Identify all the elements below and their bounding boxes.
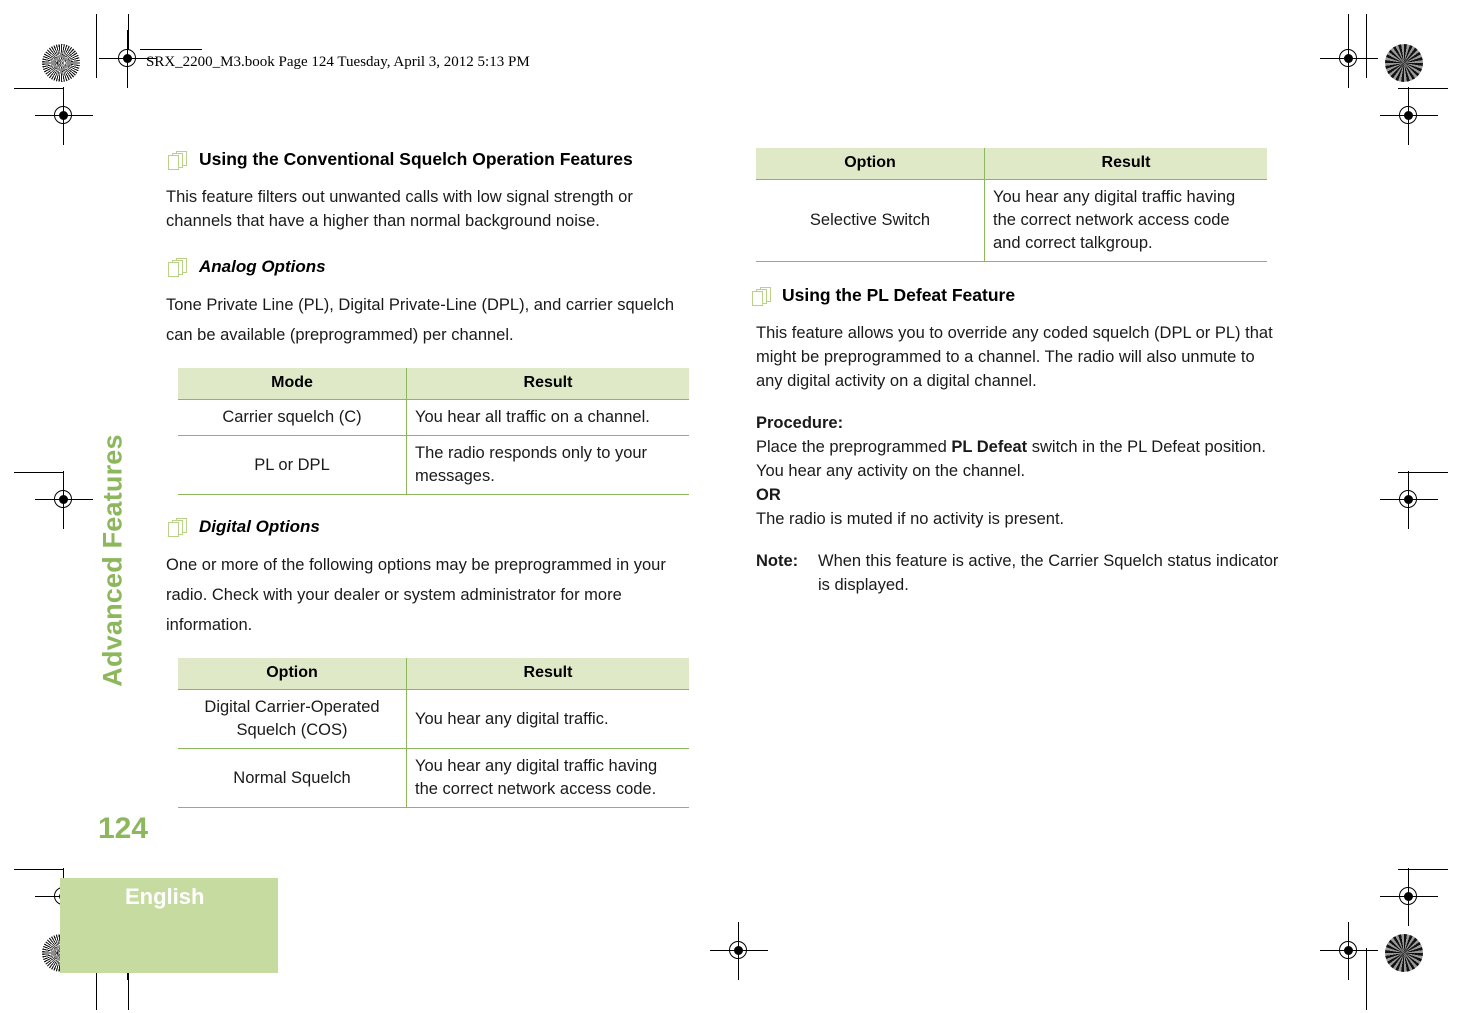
table-header-row: Option Result — [756, 148, 1267, 180]
procedure-switch-name: PL Defeat — [951, 438, 1028, 456]
crop-line-top-left-inner-vertical — [128, 14, 129, 50]
table-cell-result: The radio responds only to your messages… — [406, 435, 689, 495]
note-text: When this feature is active, the Carrier… — [818, 552, 1279, 594]
procedure-label: Procedure: — [756, 411, 1284, 435]
procedure-label-text: Procedure: — [756, 414, 844, 432]
crop-line-left-horizontal-lower — [14, 472, 64, 473]
heading-analog-options: Analog Options — [166, 255, 696, 278]
crop-line-top-right-inner-vertical — [1348, 14, 1349, 50]
table-header-row: Mode Result — [178, 368, 689, 400]
or-label-text: OR — [756, 486, 781, 504]
registration-mark-left-upper — [35, 87, 93, 145]
pages-stack-icon — [168, 518, 190, 538]
registration-mark-bottom-right — [1380, 868, 1438, 926]
table-row: Carrier squelch (C) You hear all traffic… — [178, 399, 689, 436]
table-header-option: Option — [756, 148, 985, 180]
document-page: SRX_2200_M3.book Page 124 Tuesday, April… — [0, 0, 1462, 1013]
paragraph-analog-options: Tone Private Line (PL), Digital Private-… — [166, 296, 675, 344]
table-cell-mode: Carrier squelch (C) — [178, 399, 407, 436]
rosette-mark-top-left — [42, 44, 80, 82]
table-cell-option: Selective Switch — [756, 179, 985, 262]
procedure-text: Place the preprogrammed PL Defeat switch… — [756, 435, 1284, 483]
table-header-mode: Mode — [178, 368, 407, 400]
file-header-rule — [140, 49, 202, 50]
table-cell-result: You hear all traffic on a channel. — [406, 399, 689, 436]
crop-line-left-horizontal-upper — [14, 88, 64, 89]
heading-analog-options-text: Analog Options — [199, 257, 326, 276]
table-row: Normal Squelch You hear any digital traf… — [178, 748, 689, 808]
table-header-result: Result — [984, 148, 1267, 180]
table-cell-option: Normal Squelch — [178, 748, 407, 808]
table-row: Selective Switch You hear any digital tr… — [756, 179, 1267, 262]
heading-conventional-squelch: Using the Conventional Squelch Operation… — [166, 148, 696, 171]
table-digital-options: Option Result Digital Carrier-Operated S… — [178, 658, 689, 808]
table-cell-result: You hear any digital traffic having the … — [984, 179, 1267, 262]
crop-line-top-left-vertical — [96, 14, 97, 78]
left-column: Using the Conventional Squelch Operation… — [166, 148, 696, 828]
chapter-title-vertical: Advanced Features — [97, 434, 128, 687]
table-header-result: Result — [406, 368, 689, 400]
registration-mark-right-lower — [1380, 471, 1438, 529]
table-cell-result: You hear any digital traffic. — [406, 689, 689, 749]
crop-line-right-horizontal-bottom — [1398, 869, 1448, 870]
heading-conventional-squelch-text: Using the Conventional Squelch Operation… — [199, 149, 633, 169]
table-cell-option: Digital Carrier-Operated Squelch (COS) — [178, 689, 407, 749]
heading-pl-defeat-text: Using the PL Defeat Feature — [782, 285, 1016, 305]
note-label: Note: — [756, 552, 799, 570]
file-header-text: SRX_2200_M3.book Page 124 Tuesday, April… — [146, 54, 530, 70]
table-header-option: Option — [178, 658, 407, 690]
or-label: OR — [756, 483, 1284, 507]
note-block: Note: When this feature is active, the C… — [756, 549, 1284, 597]
crop-line-right-horizontal-lower — [1398, 472, 1448, 473]
table-cell-result: You hear any digital traffic having the … — [406, 748, 689, 808]
paragraph-digital-options: One or more of the following options may… — [166, 556, 666, 634]
table-selective-switch: Option Result Selective Switch You hear … — [756, 148, 1267, 262]
page-number: 124 — [98, 812, 149, 845]
pages-stack-icon — [168, 258, 190, 278]
registration-mark-left-lower — [35, 471, 93, 529]
crop-line-left-horizontal-bottom — [14, 869, 64, 870]
table-header-result: Result — [406, 658, 689, 690]
table-cell-mode: PL or DPL — [178, 435, 407, 495]
crop-line-top-right-vertical — [1366, 14, 1367, 78]
rosette-mark-top-right — [1385, 44, 1423, 82]
heading-digital-options-text: Digital Options — [199, 517, 320, 536]
pages-stack-icon — [168, 151, 190, 171]
procedure-text-before: Place the preprogrammed — [756, 438, 952, 456]
table-header-row: Option Result — [178, 658, 689, 690]
registration-mark-right-upper — [1380, 87, 1438, 145]
table-row: PL or DPL The radio responds only to you… — [178, 435, 689, 495]
language-tab-label: English — [125, 884, 205, 909]
table-analog-modes: Mode Result Carrier squelch (C) You hear… — [178, 368, 689, 495]
registration-mark-bottom-center-right — [1320, 922, 1378, 980]
paragraph-squelch-intro: This feature filters out unwanted calls … — [166, 188, 633, 230]
rosette-mark-bottom-right — [1385, 934, 1423, 972]
paragraph-pl-defeat-intro: This feature allows you to override any … — [756, 324, 1273, 390]
crop-line-right-horizontal-upper — [1398, 88, 1448, 89]
crop-line-bottom-right-vertical — [1366, 948, 1367, 1010]
heading-digital-options: Digital Options — [166, 515, 696, 538]
pages-stack-icon — [752, 287, 774, 307]
heading-pl-defeat: Using the PL Defeat Feature — [752, 284, 1284, 307]
registration-mark-top-right — [1320, 30, 1378, 88]
or-text: The radio is muted if no activity is pre… — [756, 510, 1065, 528]
right-column: Option Result Selective Switch You hear … — [752, 148, 1284, 597]
registration-mark-bottom-center — [710, 922, 768, 980]
table-row: Digital Carrier-Operated Squelch (COS) Y… — [178, 689, 689, 749]
